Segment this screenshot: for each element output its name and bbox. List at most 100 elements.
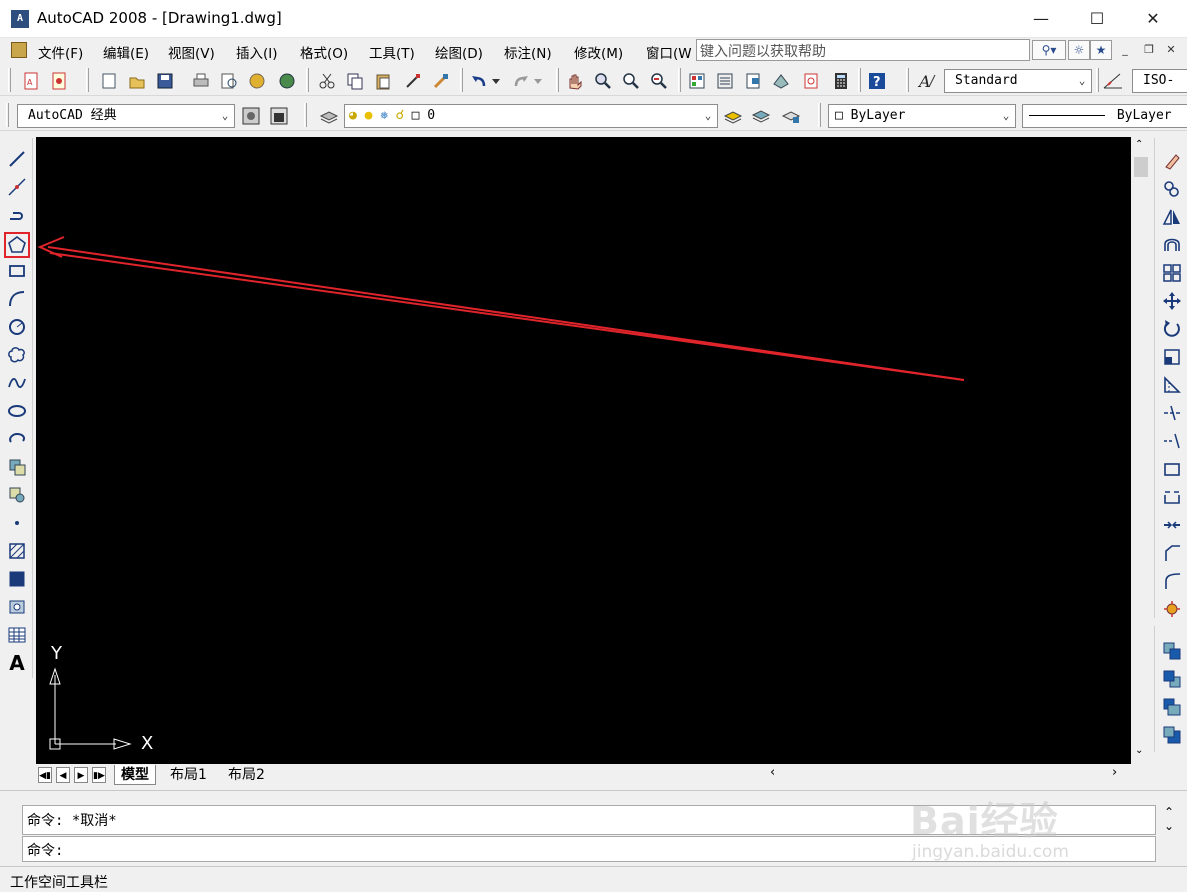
command-scrollbar[interactable]: ⌃ ⌄: [1158, 805, 1180, 861]
text-style-icon[interactable]: A: [916, 70, 938, 92]
ellipse-icon[interactable]: [6, 400, 28, 422]
search-icon[interactable]: ⚲▾: [1032, 40, 1066, 60]
join-icon[interactable]: [1161, 514, 1183, 536]
explode-icon[interactable]: [1161, 598, 1183, 620]
block-editor-icon[interactable]: [430, 70, 452, 92]
hatch-icon[interactable]: [6, 540, 28, 562]
toolbar-grip[interactable]: [460, 68, 463, 92]
tab-layout2[interactable]: 布局2: [222, 765, 271, 785]
linetype-control-select[interactable]: ByLayer: [1022, 104, 1187, 128]
toolbar-grip[interactable]: [556, 68, 559, 92]
plot-preview-icon[interactable]: [218, 70, 240, 92]
pdf-publish-icon[interactable]: A: [20, 70, 42, 92]
make-block-icon[interactable]: [6, 484, 28, 506]
plot-icon[interactable]: [190, 70, 212, 92]
send-to-back-icon[interactable]: [1161, 668, 1183, 690]
layer-previous-icon[interactable]: [750, 105, 772, 127]
maximize-button[interactable]: ☐: [1072, 0, 1122, 38]
chevron-down-icon[interactable]: ⌄: [218, 105, 232, 127]
command-input[interactable]: 命令:: [22, 836, 1156, 862]
extend-icon[interactable]: [1161, 430, 1183, 452]
color-control-select[interactable]: □ ByLayer ⌄: [828, 104, 1016, 128]
first-tab-icon[interactable]: ◀▮: [38, 767, 52, 783]
help-icon[interactable]: ?: [866, 70, 888, 92]
toolbar-grip[interactable]: [86, 68, 89, 92]
quickcalc-icon[interactable]: [830, 70, 852, 92]
insert-block-icon[interactable]: [6, 456, 28, 478]
mirror-icon[interactable]: [1161, 206, 1183, 228]
save-icon[interactable]: [154, 70, 176, 92]
line-icon[interactable]: [6, 148, 28, 170]
minimize-button[interactable]: —: [1016, 0, 1066, 38]
doc-close-button[interactable]: ✕: [1162, 42, 1180, 60]
menu-format[interactable]: 格式(O): [300, 42, 348, 62]
make-object-layer-current-icon[interactable]: [722, 105, 744, 127]
break-at-point-icon[interactable]: [1161, 458, 1183, 480]
chamfer-icon[interactable]: [1161, 542, 1183, 564]
workspace-settings-icon[interactable]: [240, 105, 262, 127]
array-icon[interactable]: [1161, 262, 1183, 284]
zoom-previous-icon[interactable]: [648, 70, 670, 92]
menu-tools[interactable]: 工具(T): [369, 42, 415, 62]
cut-icon[interactable]: [316, 70, 338, 92]
menu-insert[interactable]: 插入(I): [236, 42, 278, 62]
send-under-objects-icon[interactable]: [1161, 724, 1183, 746]
ellipse-arc-icon[interactable]: [6, 428, 28, 450]
dimension-style-icon[interactable]: [1102, 70, 1124, 92]
document-icon[interactable]: [11, 42, 27, 58]
zoom-window-icon[interactable]: [620, 70, 642, 92]
toolbar-grip[interactable]: [304, 103, 307, 127]
menu-view[interactable]: 视图(V): [168, 42, 215, 62]
vertical-scrollbar[interactable]: ⌃ ⌄: [1131, 137, 1151, 764]
chevron-left-icon[interactable]: ‹: [770, 765, 775, 780]
toolbar-grip[interactable]: [678, 68, 681, 92]
arc-icon[interactable]: [6, 288, 28, 310]
pan-realtime-icon[interactable]: [564, 70, 586, 92]
next-tab-icon[interactable]: ▶: [74, 767, 88, 783]
rotate-icon[interactable]: [1161, 318, 1183, 340]
dimension-style-select[interactable]: ISO-: [1132, 69, 1187, 93]
doc-restore-button[interactable]: ❐: [1140, 42, 1158, 60]
vertical-scroll-thumb[interactable]: [1134, 157, 1148, 177]
region-icon[interactable]: [6, 596, 28, 618]
multiline-text-icon[interactable]: A: [6, 651, 28, 675]
undo-icon[interactable]: [468, 70, 490, 92]
doc-minimize-button[interactable]: _: [1116, 42, 1134, 60]
menu-dimension[interactable]: 标注(N): [504, 42, 552, 62]
chevron-down-icon[interactable]: ⌄: [1158, 819, 1180, 833]
toolbar-grip[interactable]: [8, 68, 11, 92]
offset-icon[interactable]: [1161, 234, 1183, 256]
match-properties-icon[interactable]: [402, 70, 424, 92]
layer-select[interactable]: ◕ ● ❅ ☌ □ 0 ⌄: [344, 104, 718, 128]
menu-file[interactable]: 文件(F): [38, 42, 83, 62]
break-icon[interactable]: [1161, 486, 1183, 508]
polygon-icon[interactable]: [4, 232, 30, 258]
communication-center-icon[interactable]: ☼: [1068, 40, 1090, 60]
bring-above-objects-icon[interactable]: [1161, 696, 1183, 718]
spline-icon[interactable]: [6, 372, 28, 394]
chevron-down-icon[interactable]: ⌄: [1075, 70, 1089, 92]
toolbar-grip[interactable]: [858, 68, 861, 92]
toolbar-grip[interactable]: [818, 103, 821, 127]
drawing-canvas[interactable]: Y X: [36, 137, 1131, 764]
tab-model[interactable]: 模型: [114, 765, 156, 785]
menu-draw[interactable]: 绘图(D): [435, 42, 483, 62]
chevron-down-icon[interactable]: ⌄: [999, 105, 1013, 127]
tool-palettes-icon[interactable]: [742, 70, 764, 92]
text-style-select[interactable]: Standard ⌄: [944, 69, 1092, 93]
chevron-up-icon[interactable]: ⌃: [1135, 139, 1143, 150]
previous-tab-icon[interactable]: ◀: [56, 767, 70, 783]
dwf-publish-icon[interactable]: [48, 70, 70, 92]
redo-icon[interactable]: [510, 70, 532, 92]
3d-dwf-icon[interactable]: [276, 70, 298, 92]
redo-dropdown-icon[interactable]: [532, 70, 544, 92]
layer-properties-icon[interactable]: [318, 105, 340, 127]
design-center-icon[interactable]: [714, 70, 736, 92]
close-button[interactable]: ✕: [1128, 0, 1178, 38]
help-search-input[interactable]: 键入问题以获取帮助: [696, 39, 1030, 61]
tab-layout1[interactable]: 布局1: [164, 765, 213, 785]
new-file-icon[interactable]: [98, 70, 120, 92]
table-icon[interactable]: [6, 624, 28, 646]
stretch-icon[interactable]: [1161, 374, 1183, 396]
polyline-icon[interactable]: [6, 204, 28, 226]
